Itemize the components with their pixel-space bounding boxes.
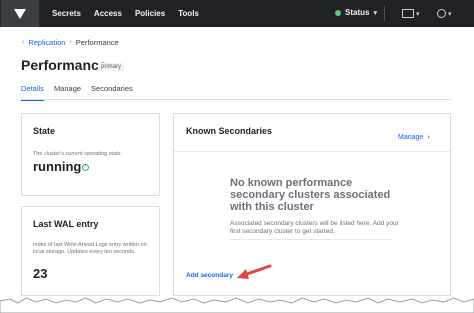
empty-state-divider [230,239,392,240]
empty-state-description: Associated secondary clusters will be li… [230,220,399,235]
chevron-down-icon: ▾ [373,9,377,17]
page-title: Performance [21,57,107,73]
tab-divider [21,99,451,100]
status-menu[interactable]: Status ▾ [335,8,377,17]
wal-description: Index of last Write Ahead Logs entry wri… [33,242,147,255]
vault-logo[interactable] [1,0,39,27]
wal-value: 23 [33,266,48,281]
breadcrumb-current: Performance [75,38,119,47]
annotation-arrow-icon [237,264,272,279]
state-title: State [33,126,56,136]
nav-policies[interactable]: Policies [135,9,165,18]
nav-divider [384,6,385,21]
main-nav: Secrets Access Policies Tools [52,0,199,27]
console-toggle[interactable]: ▾ [402,8,420,19]
torn-edge [0,297,474,313]
wal-title: Last WAL entry [33,219,99,229]
state-description: The cluster's current operating state. [33,151,123,157]
chevron-down-icon: ▾ [416,10,420,18]
nav-tools[interactable]: Tools [178,9,199,18]
add-secondary-link[interactable]: Add secondary [186,272,233,279]
breadcrumb-replication[interactable]: Replication [28,38,65,47]
nav-access[interactable]: Access [94,9,122,18]
top-navbar: Secrets Access Policies Tools Status ▾ ▾… [0,0,474,27]
empty-state-title: No known performance secondary clusters … [230,177,391,213]
console-icon [402,9,414,18]
breadcrumb: ‹ Replication ‹ Performance [22,38,119,47]
vault-logo-icon [14,8,26,19]
user-icon [437,9,446,18]
user-menu[interactable]: ▾ [437,8,452,19]
mode-badge: primary [98,63,125,71]
chevron-right-icon: › [427,134,430,141]
nav-secrets[interactable]: Secrets [52,9,81,18]
chevron-left-icon: ‹ [22,39,25,46]
check-circle-icon: ✓ [82,164,89,171]
secondaries-title: Known Secondaries [186,126,273,136]
card-divider [174,151,450,152]
status-label: Status [345,8,370,17]
chevron-left-icon: ‹ [69,39,72,46]
manage-link[interactable]: Manage › [398,134,430,141]
state-value: running [33,159,82,174]
chevron-down-icon: ▾ [448,10,452,18]
status-dot-icon [335,9,341,16]
manage-label: Manage [398,134,424,141]
